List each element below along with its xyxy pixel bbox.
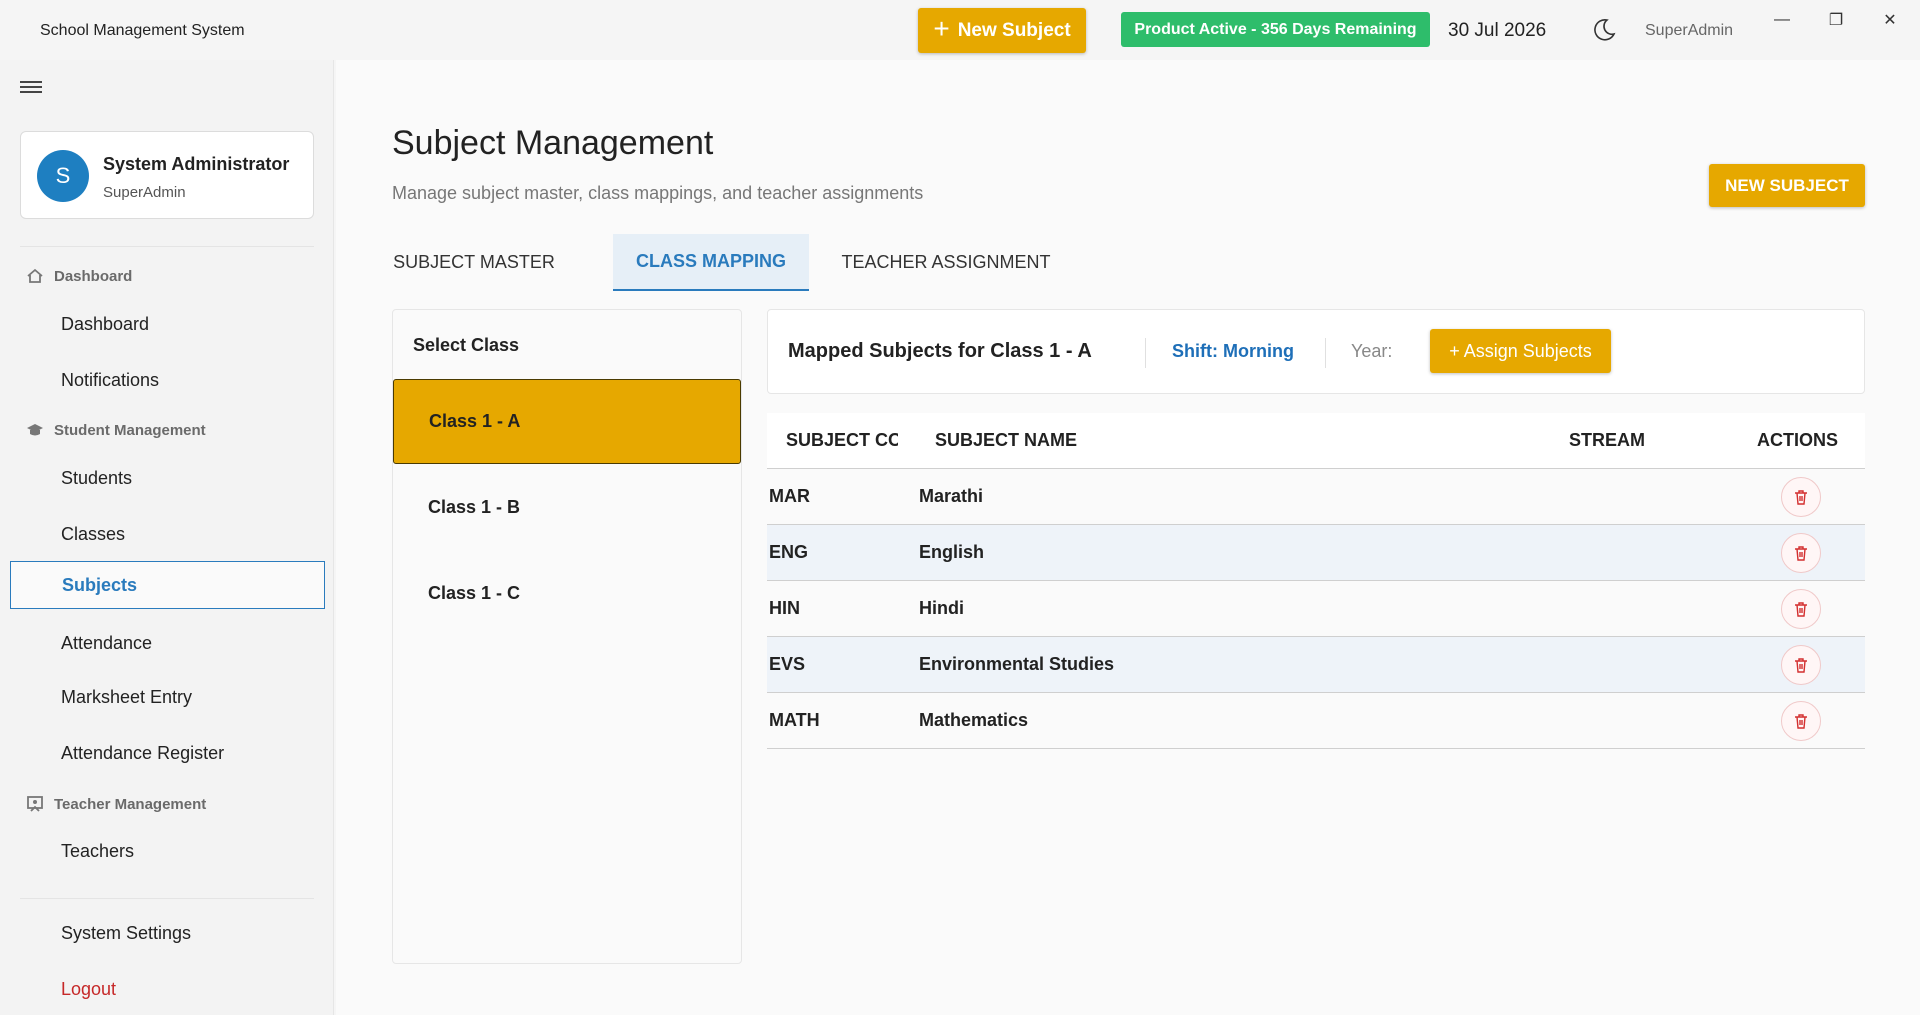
new-subject-top-label: New Subject [957, 19, 1071, 41]
page-subtitle: Manage subject master, class mappings, a… [392, 183, 924, 203]
hamburger-menu-icon[interactable] [20, 78, 42, 96]
tab-class-mapping[interactable]: CLASS MAPPING [613, 234, 809, 291]
subject-code: EVS [769, 654, 806, 674]
table-row: MATH Mathematics [767, 693, 1865, 749]
sidebar-item-marksheet-entry[interactable]: Marksheet Entry [10, 673, 325, 721]
assign-subjects-button[interactable]: + Assign Subjects [1430, 329, 1611, 373]
table-header: SUBJECT CODE SUBJECT NAME STREAM ACTIONS [767, 413, 1865, 469]
profile-card: S System Administrator SuperAdmin [20, 131, 314, 219]
class-panel-title: Select Class [413, 335, 520, 355]
maximize-button[interactable]: ❐ [1816, 6, 1856, 34]
delete-button[interactable] [1781, 533, 1821, 573]
section-student-management: Student Management [26, 421, 206, 439]
trash-icon [1795, 546, 1807, 561]
table-row: HIN Hindi [767, 581, 1865, 637]
divider [1145, 338, 1146, 368]
plus-icon: + [933, 13, 950, 44]
delete-button[interactable] [1781, 477, 1821, 517]
sidebar-item-dashboard[interactable]: Dashboard [10, 300, 325, 348]
trash-icon [1795, 714, 1807, 729]
mapped-subjects-title: Mapped Subjects for Class 1 - A [788, 340, 1092, 362]
subject-code: MATH [769, 710, 820, 730]
current-user[interactable]: SuperAdmin [1645, 22, 1733, 40]
trash-icon [1795, 490, 1807, 505]
column-actions: ACTIONS [1757, 430, 1838, 450]
subject-code: MAR [769, 486, 810, 506]
moon-icon[interactable] [1590, 16, 1618, 44]
section-teacher-management: Teacher Management [26, 795, 206, 813]
sidebar-item-students[interactable]: Students [10, 454, 325, 502]
product-status-badge: Product Active - 356 Days Remaining [1121, 12, 1430, 47]
sidebar: S System Administrator SuperAdmin Dashbo… [0, 60, 334, 1015]
close-button[interactable]: ✕ [1870, 6, 1910, 34]
column-stream: STREAM [1569, 430, 1645, 450]
sidebar-item-attendance[interactable]: Attendance [10, 619, 325, 667]
table-row: MAR Marathi [767, 469, 1865, 525]
sidebar-item-classes[interactable]: Classes [10, 510, 325, 558]
table-row: ENG English [767, 525, 1865, 581]
delete-button[interactable] [1781, 645, 1821, 685]
column-subject-code: SUBJECT CODE [786, 430, 898, 450]
current-date: 30 Jul 2026 [1448, 20, 1547, 41]
class-item-1b[interactable]: Class 1 - B [393, 465, 741, 550]
divider [1325, 338, 1326, 368]
graduation-cap-icon [27, 424, 43, 436]
subject-name: Mathematics [919, 710, 1029, 730]
new-subject-button[interactable]: NEW SUBJECT [1709, 164, 1865, 207]
profile-name: System Administrator [103, 154, 290, 174]
column-subject-name: SUBJECT NAME [935, 430, 1078, 450]
profile-role: SuperAdmin [103, 184, 186, 201]
subject-name: Hindi [919, 598, 964, 618]
subject-code: ENG [769, 542, 809, 562]
avatar: S [37, 150, 89, 202]
teacher-icon [27, 796, 43, 812]
app-title: School Management System [40, 22, 245, 39]
tab-subject-master[interactable]: SUBJECT MASTER [392, 234, 556, 291]
title-bar: School Management System + New Subject P… [0, 0, 1920, 60]
section-title: Teacher Management [54, 795, 207, 813]
class-item-1a[interactable]: Class 1 - A [393, 379, 741, 464]
new-subject-top-button[interactable]: + New Subject [918, 8, 1086, 53]
mapped-subjects-header: Mapped Subjects for Class 1 - A Shift: M… [767, 309, 1865, 394]
trash-icon [1795, 602, 1807, 617]
class-item-1c[interactable]: Class 1 - C [393, 551, 741, 636]
delete-button[interactable] [1781, 589, 1821, 629]
sidebar-item-notifications[interactable]: Notifications [10, 356, 325, 404]
subject-name: Environmental Studies [919, 654, 1115, 674]
year-label: Year: [1351, 341, 1393, 361]
sidebar-item-attendance-register[interactable]: Attendance Register [10, 729, 325, 777]
mapped-subjects-table: SUBJECT CODE SUBJECT NAME STREAM ACTIONS… [767, 413, 1865, 749]
section-title: Student Management [54, 421, 206, 439]
class-select-panel: Select Class Class 1 - A Class 1 - B Cla… [392, 309, 742, 964]
table-row: EVS Environmental Studies [767, 637, 1865, 693]
trash-icon [1795, 658, 1807, 673]
subject-name: English [919, 542, 985, 562]
section-dashboard: Dashboard [26, 267, 132, 285]
shift-label: Shift: Morning [1172, 341, 1294, 361]
delete-button[interactable] [1781, 701, 1821, 741]
home-icon [27, 268, 43, 283]
sidebar-item-subjects[interactable]: Subjects [10, 561, 325, 609]
subject-name: Marathi [919, 486, 984, 506]
tab-teacher-assignment[interactable]: TEACHER ASSIGNMENT [836, 234, 1056, 291]
section-title: Dashboard [54, 267, 133, 285]
sidebar-item-teachers[interactable]: Teachers [10, 827, 325, 875]
sidebar-item-system-settings[interactable]: System Settings [10, 909, 325, 957]
minimize-button[interactable]: — [1762, 6, 1802, 34]
divider [20, 246, 314, 247]
divider [20, 898, 314, 899]
sidebar-item-logout[interactable]: Logout [10, 965, 325, 1013]
main-content: Subject Management Manage subject master… [336, 60, 1920, 1015]
page-title: Subject Management [392, 124, 714, 162]
subject-code: HIN [769, 598, 800, 618]
